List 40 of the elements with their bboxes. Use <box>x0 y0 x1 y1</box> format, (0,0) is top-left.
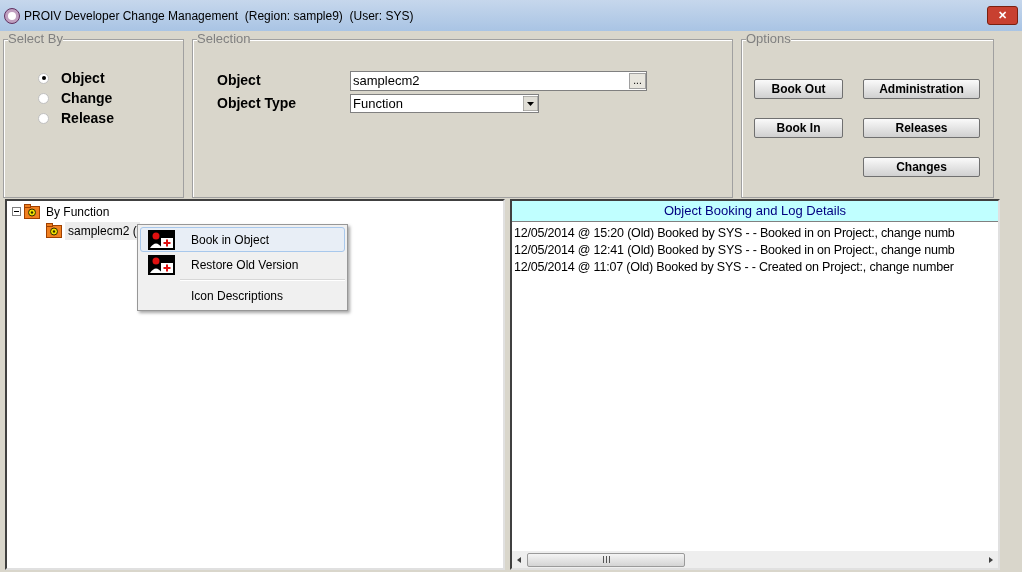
app-logo-icon <box>4 7 20 24</box>
window-title: PROIV Developer Change Management (Region: sample9) (User: SYS) <box>24 7 414 25</box>
radio-button[interactable] <box>38 92 49 104</box>
browse-button[interactable]: ... <box>629 72 646 89</box>
scrollbar-thumb[interactable] <box>527 552 685 567</box>
tree-item[interactable]: samplecm2 ( <box>65 221 140 240</box>
radio-option[interactable]: Object <box>38 70 183 86</box>
collapse-icon[interactable] <box>12 207 21 216</box>
radio-option[interactable]: Change <box>38 90 183 106</box>
person-medkit-icon <box>147 254 175 275</box>
menu-item[interactable]: Book in Object <box>140 227 345 252</box>
log-line: 12/05/2014 @ 15:20 (Old) Booked by SYS - - Booked in on Project:, change numb <box>514 225 956 242</box>
field-label: Object Type <box>217 94 298 113</box>
folder-gear-icon <box>24 204 40 219</box>
scroll-right-icon[interactable] <box>987 555 995 564</box>
log-header: Object Booking and Log Details <box>512 201 998 222</box>
group-title: Options <box>746 31 791 47</box>
option-button[interactable]: Administration <box>863 79 980 99</box>
radio-button[interactable] <box>38 112 49 124</box>
option-button[interactable]: Changes <box>863 157 980 177</box>
radio-option[interactable]: Release <box>38 110 183 126</box>
menu-item[interactable]: Icon Descriptions <box>140 283 345 308</box>
menu-item[interactable]: Restore Old Version <box>140 252 345 277</box>
scroll-left-icon[interactable] <box>515 555 523 564</box>
dropdown-arrow-icon[interactable] <box>523 96 538 111</box>
type-dropdown[interactable]: Function <box>350 94 539 113</box>
log-line: 12/05/2014 @ 11:07 (Old) Booked by SYS - - Created on Project:, change number <box>514 259 955 276</box>
option-button[interactable]: Book Out <box>754 79 843 99</box>
group-title: Select By <box>8 31 63 47</box>
object-field[interactable]: samplecm2 ... <box>350 70 647 91</box>
tree-item[interactable]: By Function <box>43 202 110 221</box>
close-button[interactable]: ✕ <box>987 6 1018 25</box>
option-button[interactable]: Releases <box>863 118 980 138</box>
field-label: Object <box>217 71 262 90</box>
log-line: 12/05/2014 @ 12:41 (Old) Booked by SYS - - Booked in on Project:, change numb <box>514 242 956 259</box>
person-medkit-icon <box>147 229 175 250</box>
folder-gear-icon <box>46 223 62 238</box>
radio-button[interactable] <box>38 72 49 84</box>
option-button[interactable]: Book In <box>754 118 843 138</box>
grip-icon <box>602 556 610 563</box>
